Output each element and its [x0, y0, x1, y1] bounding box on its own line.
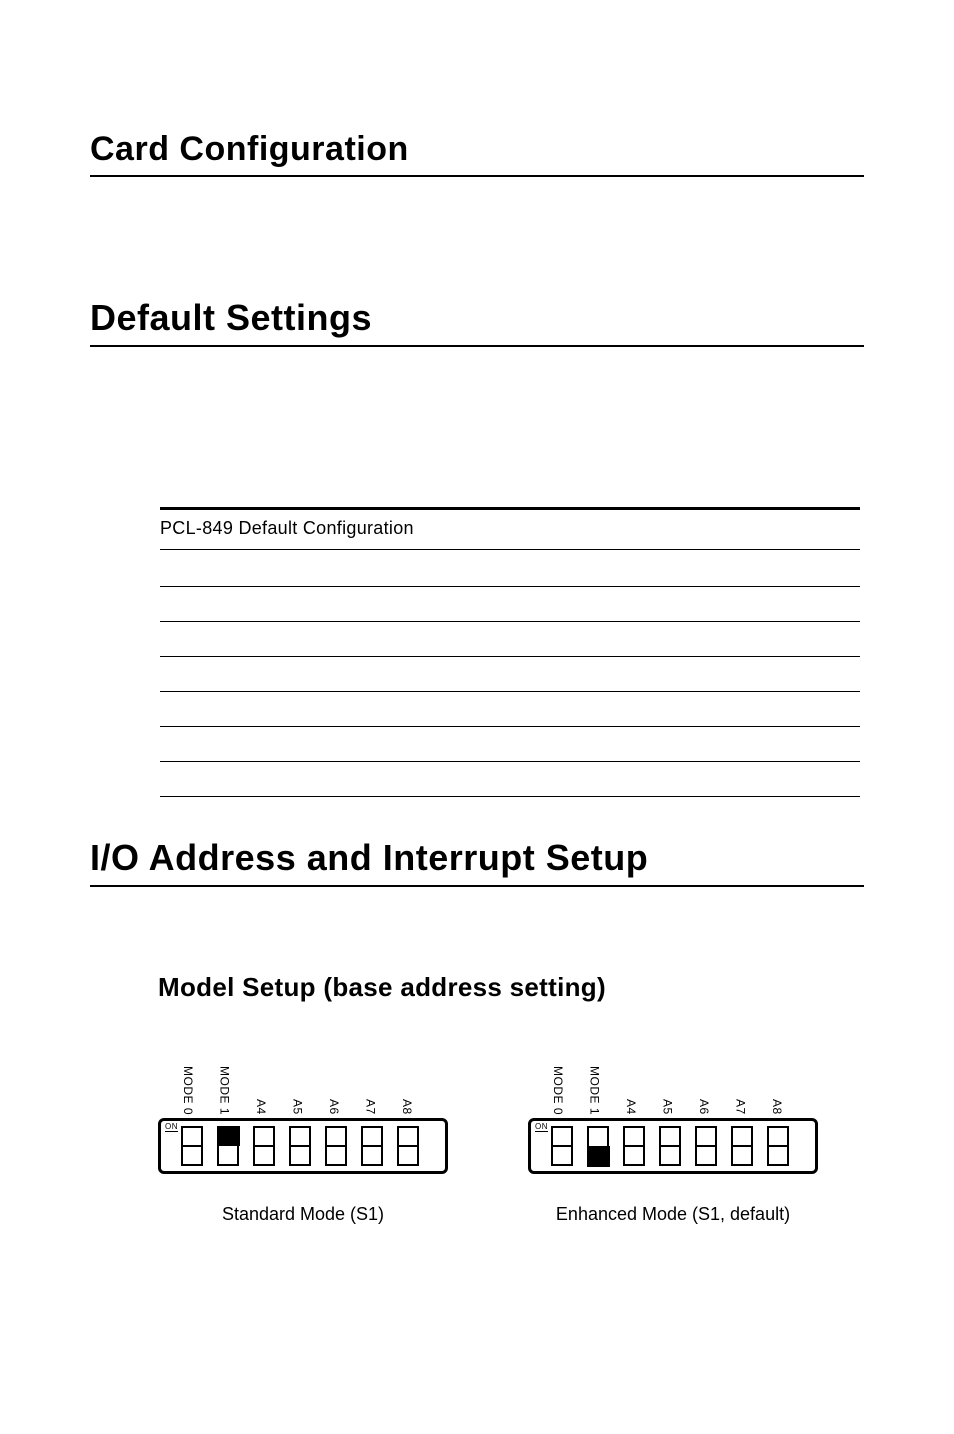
rule	[160, 761, 860, 796]
dip-standard: MODE 0 MODE 1 A4 A5 A6 A7 A8 ON	[158, 1058, 448, 1225]
dip-label-a6: A6	[326, 1102, 342, 1118]
rule	[160, 691, 860, 726]
dip-slot-5	[695, 1126, 717, 1166]
rule	[160, 586, 860, 621]
table-rules	[160, 586, 860, 797]
dip-box: ON	[158, 1118, 448, 1174]
section-default-settings: Default Settings	[90, 297, 864, 347]
dip-label-a4: A4	[253, 1102, 269, 1118]
dip-box: ON	[528, 1118, 818, 1174]
table-title: PCL-849 Default Configuration	[160, 518, 414, 538]
dip-label-mode0: MODE 0	[550, 1069, 566, 1118]
dip-slot-2	[217, 1126, 239, 1166]
dip-enhanced: MODE 0 MODE 1 A4 A5 A6 A7 A8 ON	[528, 1058, 818, 1225]
dip-label-mode1: MODE 1	[587, 1069, 603, 1118]
dip-label-a6: A6	[696, 1102, 712, 1118]
rule	[160, 621, 860, 656]
dip-slot-1	[551, 1126, 573, 1166]
dip-slot-7	[397, 1126, 419, 1166]
chapter-title: Card Configuration	[90, 130, 864, 177]
dip-slot-1	[181, 1126, 203, 1166]
dip-slot-7	[767, 1126, 789, 1166]
dip-slot-3	[253, 1126, 275, 1166]
rule	[160, 726, 860, 761]
rule	[160, 796, 860, 797]
dip-labels: MODE 0 MODE 1 A4 A5 A6 A7 A8	[158, 1058, 448, 1118]
dip-slot-6	[361, 1126, 383, 1166]
dip-labels: MODE 0 MODE 1 A4 A5 A6 A7 A8	[528, 1058, 818, 1118]
config-table: PCL-849 Default Configuration	[160, 507, 860, 797]
section-io-address: I/O Address and Interrupt Setup	[90, 837, 864, 887]
on-label: ON	[535, 1122, 548, 1132]
page: Card Configuration Default Settings PCL-…	[0, 0, 954, 1434]
dip-switch: MODE 0 MODE 1 A4 A5 A6 A7 A8 ON	[528, 1058, 818, 1174]
dip-slot-3	[623, 1126, 645, 1166]
dip-label-a4: A4	[623, 1102, 639, 1118]
dip-label-a5: A5	[660, 1102, 676, 1118]
dip-slot-4	[289, 1126, 311, 1166]
dip-label-mode1: MODE 1	[217, 1069, 233, 1118]
on-label: ON	[165, 1122, 178, 1132]
subsection-model-setup: Model Setup (base address setting)	[158, 972, 864, 1003]
dip-caption-standard: Standard Mode (S1)	[222, 1204, 384, 1225]
dip-switch-row: MODE 0 MODE 1 A4 A5 A6 A7 A8 ON	[158, 1058, 864, 1225]
dip-label-a8: A8	[769, 1102, 785, 1118]
dip-slot-2	[587, 1126, 609, 1166]
table-title-row: PCL-849 Default Configuration	[160, 507, 860, 550]
dip-label-a8: A8	[399, 1102, 415, 1118]
dip-slot-5	[325, 1126, 347, 1166]
dip-slot-4	[659, 1126, 681, 1166]
dip-label-mode0: MODE 0	[180, 1069, 196, 1118]
dip-label-a5: A5	[290, 1102, 306, 1118]
dip-caption-enhanced: Enhanced Mode (S1, default)	[556, 1204, 790, 1225]
dip-label-a7: A7	[733, 1102, 749, 1118]
dip-label-a7: A7	[363, 1102, 379, 1118]
dip-slot-6	[731, 1126, 753, 1166]
dip-switch: MODE 0 MODE 1 A4 A5 A6 A7 A8 ON	[158, 1058, 448, 1174]
rule	[160, 656, 860, 691]
